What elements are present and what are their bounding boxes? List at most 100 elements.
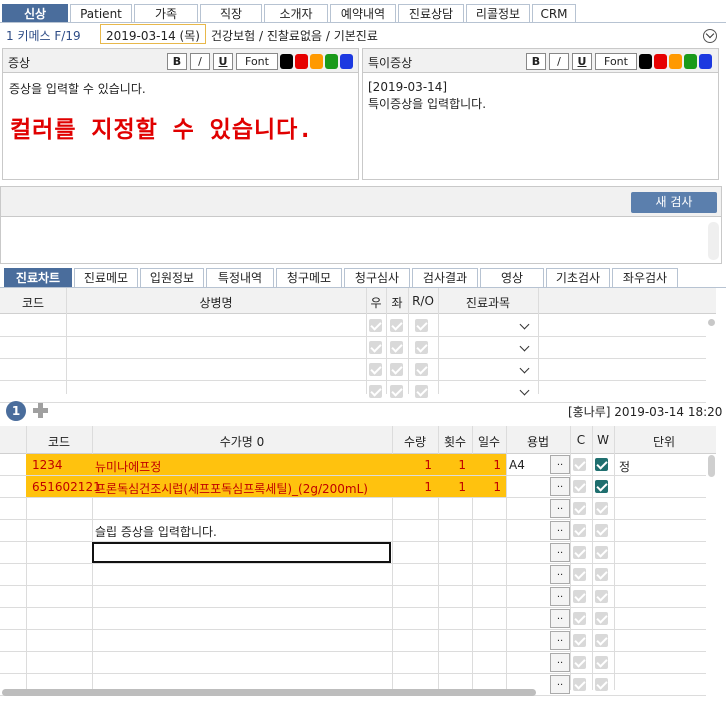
usage-more-button[interactable]: .. [550, 631, 570, 650]
rx-c-checkbox[interactable] [573, 480, 586, 493]
diag-jwa-checkbox[interactable] [390, 341, 403, 354]
tab-0[interactable]: 신상 [2, 4, 68, 23]
color-orange-swatch[interactable] [669, 54, 682, 69]
page-badge[interactable]: 1 [6, 401, 26, 421]
color-black-swatch[interactable] [639, 54, 652, 69]
sub-tab-9[interactable]: 좌우검사 [612, 268, 678, 287]
tab-8[interactable]: CRM [532, 4, 576, 23]
usage-more-button[interactable]: .. [550, 653, 570, 672]
chevron-down-circle-icon[interactable] [703, 29, 717, 43]
color-red-swatch[interactable] [654, 54, 667, 69]
rx-w-checkbox[interactable] [595, 678, 608, 691]
color-green-swatch[interactable] [325, 54, 338, 69]
sub-tab-2[interactable]: 입원정보 [140, 268, 204, 287]
symptom-placeholder[interactable]: 증상을 입력할 수 있습니다. [9, 80, 146, 97]
rx-horizontal-scrollbar[interactable] [2, 689, 536, 696]
exam-scrollbar[interactable] [708, 222, 719, 260]
rx-c-checkbox[interactable] [573, 524, 586, 537]
diag-u-checkbox[interactable] [369, 385, 382, 398]
visit-date[interactable]: 2019-03-14 (목) [100, 24, 206, 44]
rx-c-checkbox[interactable] [573, 590, 586, 603]
tab-4[interactable]: 소개자 [264, 4, 328, 23]
rx-w-checkbox[interactable] [595, 590, 608, 603]
rx-times-cell[interactable]: 1 [438, 458, 466, 472]
rx-c-checkbox[interactable] [573, 612, 586, 625]
rx-c-checkbox[interactable] [573, 546, 586, 559]
diag-ro-checkbox[interactable] [415, 341, 428, 354]
italic-button[interactable]: / [190, 53, 210, 70]
usage-more-button[interactable]: .. [550, 609, 570, 628]
add-plus-icon[interactable] [33, 403, 48, 418]
diag-u-checkbox[interactable] [369, 363, 382, 376]
usage-more-button[interactable]: .. [550, 499, 570, 518]
tab-6[interactable]: 진료상담 [398, 4, 464, 23]
diag-ro-checkbox[interactable] [415, 319, 428, 332]
diag-u-checkbox[interactable] [369, 319, 382, 332]
special-text[interactable]: 특이증상을 입력합니다. [368, 95, 486, 112]
rx-c-checkbox[interactable] [573, 678, 586, 691]
sub-tab-8[interactable]: 기초검사 [546, 268, 610, 287]
diag-ro-checkbox[interactable] [415, 385, 428, 398]
diag-scroll-dot[interactable] [708, 319, 715, 326]
tab-7[interactable]: 리콜정보 [466, 4, 530, 23]
tab-1[interactable]: Patient [70, 4, 132, 23]
rx-c-checkbox[interactable] [573, 458, 586, 471]
color-black-swatch[interactable] [280, 54, 293, 69]
usage-more-button[interactable]: .. [550, 477, 570, 496]
sub-tab-5[interactable]: 청구심사 [344, 268, 410, 287]
diag-u-checkbox[interactable] [369, 341, 382, 354]
usage-more-button[interactable]: .. [550, 587, 570, 606]
color-blue-swatch[interactable] [699, 54, 712, 69]
usage-more-button[interactable]: .. [550, 565, 570, 584]
rx-w-checkbox[interactable] [595, 546, 608, 559]
usage-more-button[interactable]: .. [550, 455, 570, 474]
color-red-swatch[interactable] [295, 54, 308, 69]
usage-more-button[interactable]: .. [550, 675, 570, 694]
color-green-swatch[interactable] [684, 54, 697, 69]
rx-code-cell[interactable]: 651602121 [32, 480, 101, 494]
font-button[interactable]: Font [595, 53, 637, 70]
rx-unit-cell[interactable]: 정 [619, 458, 630, 475]
rx-w-checkbox[interactable] [595, 568, 608, 581]
rx-c-checkbox[interactable] [573, 634, 586, 647]
sub-tab-4[interactable]: 청구메모 [276, 268, 342, 287]
slip-input[interactable] [92, 542, 391, 563]
underline-button[interactable]: U [572, 53, 592, 70]
symptom-colored-text[interactable]: 컬러를 지정할 수 있습니다. [10, 110, 313, 144]
rx-times-cell[interactable]: 1 [438, 480, 466, 494]
rx-vertical-scrollbar[interactable] [708, 455, 715, 477]
rx-w-checkbox[interactable] [595, 458, 608, 471]
rx-qty-cell[interactable]: 1 [392, 458, 432, 472]
color-orange-swatch[interactable] [310, 54, 323, 69]
sub-tab-1[interactable]: 진료메모 [74, 268, 138, 287]
italic-button[interactable]: / [549, 53, 569, 70]
sub-tab-0[interactable]: 진료차트 [4, 268, 72, 287]
rx-days-cell[interactable]: 1 [472, 458, 501, 472]
diag-jwa-checkbox[interactable] [390, 363, 403, 376]
rx-c-checkbox[interactable] [573, 656, 586, 669]
rx-code-cell[interactable]: 1234 [32, 458, 63, 472]
new-exam-button[interactable]: 새 검사 [631, 192, 717, 213]
rx-w-checkbox[interactable] [595, 634, 608, 647]
rx-days-cell[interactable]: 1 [472, 480, 501, 494]
rx-qty-cell[interactable]: 1 [392, 480, 432, 494]
font-button[interactable]: Font [236, 53, 278, 70]
rx-name-cell[interactable]: 프론독심건조시럽(세프포독심프록세틸)_(2g/200mL) [95, 480, 368, 497]
usage-more-button[interactable]: .. [550, 543, 570, 562]
color-blue-swatch[interactable] [340, 54, 353, 69]
rx-w-checkbox[interactable] [595, 480, 608, 493]
rx-w-checkbox[interactable] [595, 524, 608, 537]
diag-ro-checkbox[interactable] [415, 363, 428, 376]
bold-button[interactable]: B [526, 53, 546, 70]
sub-tab-3[interactable]: 특정내역 [206, 268, 274, 287]
rx-c-checkbox[interactable] [573, 568, 586, 581]
rx-c-checkbox[interactable] [573, 502, 586, 515]
sub-tab-6[interactable]: 검사결과 [412, 268, 478, 287]
tab-2[interactable]: 가족 [134, 4, 198, 23]
rx-w-checkbox[interactable] [595, 502, 608, 515]
tab-3[interactable]: 직장 [200, 4, 262, 23]
rx-w-checkbox[interactable] [595, 656, 608, 669]
rx-w-checkbox[interactable] [595, 612, 608, 625]
diag-jwa-checkbox[interactable] [390, 385, 403, 398]
diag-jwa-checkbox[interactable] [390, 319, 403, 332]
